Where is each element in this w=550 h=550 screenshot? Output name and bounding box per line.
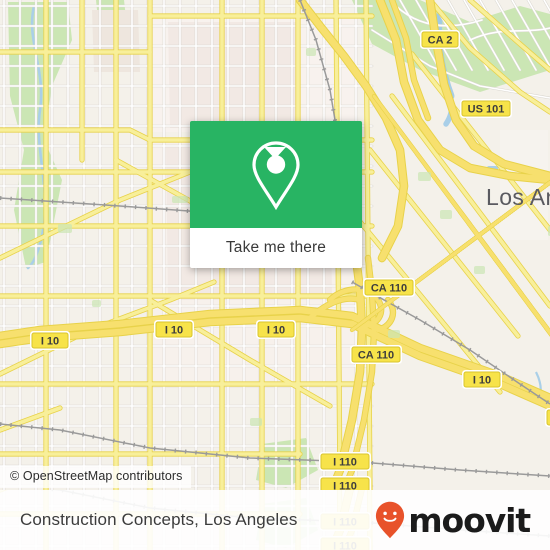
moovit-map-screenshot: Los Ang CA 2 US 101 CA 110 CA 110 I 10 I 10 I 1…	[0, 0, 550, 550]
highway-shield: I 110	[319, 452, 371, 471]
map-attribution[interactable]: © OpenStreetMap contributors	[0, 466, 191, 488]
popup-tail	[264, 147, 286, 159]
brand-wordmark: moovit	[408, 500, 531, 540]
popup-image-area	[190, 121, 362, 228]
svg-text:I 110: I 110	[333, 481, 357, 490]
popup-action-button[interactable]: Take me there	[190, 228, 362, 268]
take-me-there-popup[interactable]: Take me there	[190, 121, 362, 268]
highway-shield: I 10	[256, 320, 296, 339]
svg-text:CA 110: CA 110	[371, 283, 407, 295]
svg-text:US 101: US 101	[468, 104, 505, 116]
footer-bar: Los AngCA 2US 101CA 110CA 110I 10I 10I 1…	[0, 490, 550, 550]
svg-text:I 10: I 10	[473, 375, 491, 387]
svg-text:I 10: I 10	[165, 325, 183, 337]
svg-text:I 10: I 10	[267, 325, 285, 337]
svg-text:I 110: I 110	[333, 457, 357, 469]
place-title: Construction Concepts, Los Angeles	[20, 510, 298, 529]
highway-shield: CA 2	[420, 30, 460, 49]
highway-shield: US 101	[460, 99, 512, 118]
moovit-logo[interactable]: moovit	[375, 500, 531, 540]
svg-text:CA 2: CA 2	[428, 35, 453, 47]
highway-shield: CA 110	[363, 278, 415, 297]
highway-shield: I 10	[30, 331, 70, 350]
highway-shield: I	[545, 408, 550, 427]
highway-shield: CA 110	[350, 345, 402, 364]
highway-shield: I 110	[319, 476, 371, 490]
svg-text:CA 110: CA 110	[358, 350, 394, 362]
moovit-smiley-pin-icon	[376, 501, 405, 539]
highway-shield: I 10	[462, 370, 502, 389]
highway-shield: I 10	[154, 320, 194, 339]
svg-text:I 10: I 10	[41, 336, 59, 348]
svg-text:Los Ang: Los Ang	[486, 184, 550, 210]
